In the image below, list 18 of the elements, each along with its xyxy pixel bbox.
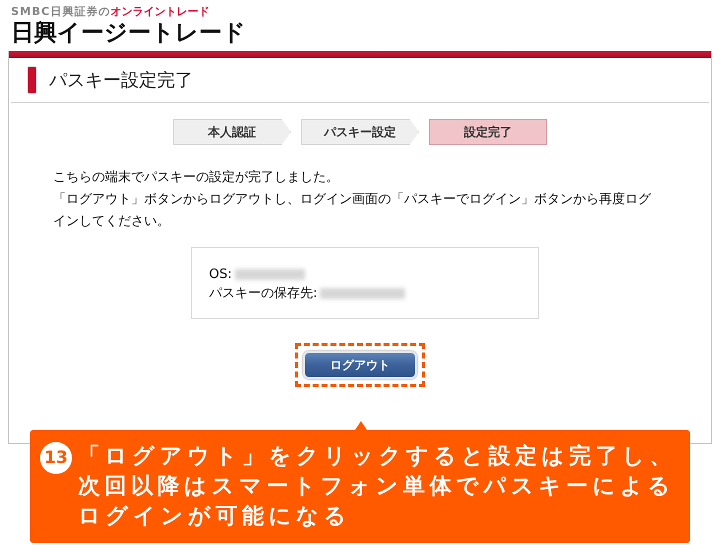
site-logo: 日興イージートレード [11, 18, 246, 48]
brand-tagline: SMBC日興証券の [11, 5, 110, 18]
step-indicator: パスキー設定 [301, 119, 419, 145]
step-indicator: 設定完了 [429, 119, 547, 145]
callout-text: 「ログアウト」をクリックすると設定は完了し、 [78, 442, 676, 471]
info-label: パスキーの保存先: [209, 285, 318, 303]
callout-text: 次回以降はスマートフォン単体でパスキーによる [78, 473, 676, 501]
blurred-value [234, 269, 305, 280]
message-text: こちらの端末でパスキーの設定が完了しました。 [53, 169, 340, 187]
message-text: 「ログアウト」ボタンからログアウトし、ログイン画面の「パスキーでログイン」ボタンから再度ログインしてください。 [53, 191, 652, 231]
logout-button[interactable]: ログアウト [303, 351, 417, 379]
step-number-badge: 13 [40, 442, 72, 474]
page-title: パスキー設定完了 [49, 69, 193, 92]
callout-text: ログインが可能になる [78, 503, 352, 531]
info-label: OS: [209, 266, 232, 284]
step-indicator: 本人認証 [173, 119, 291, 145]
brand-tagline-accent: オンライントレード [110, 5, 210, 18]
title-marker-icon [27, 66, 37, 94]
